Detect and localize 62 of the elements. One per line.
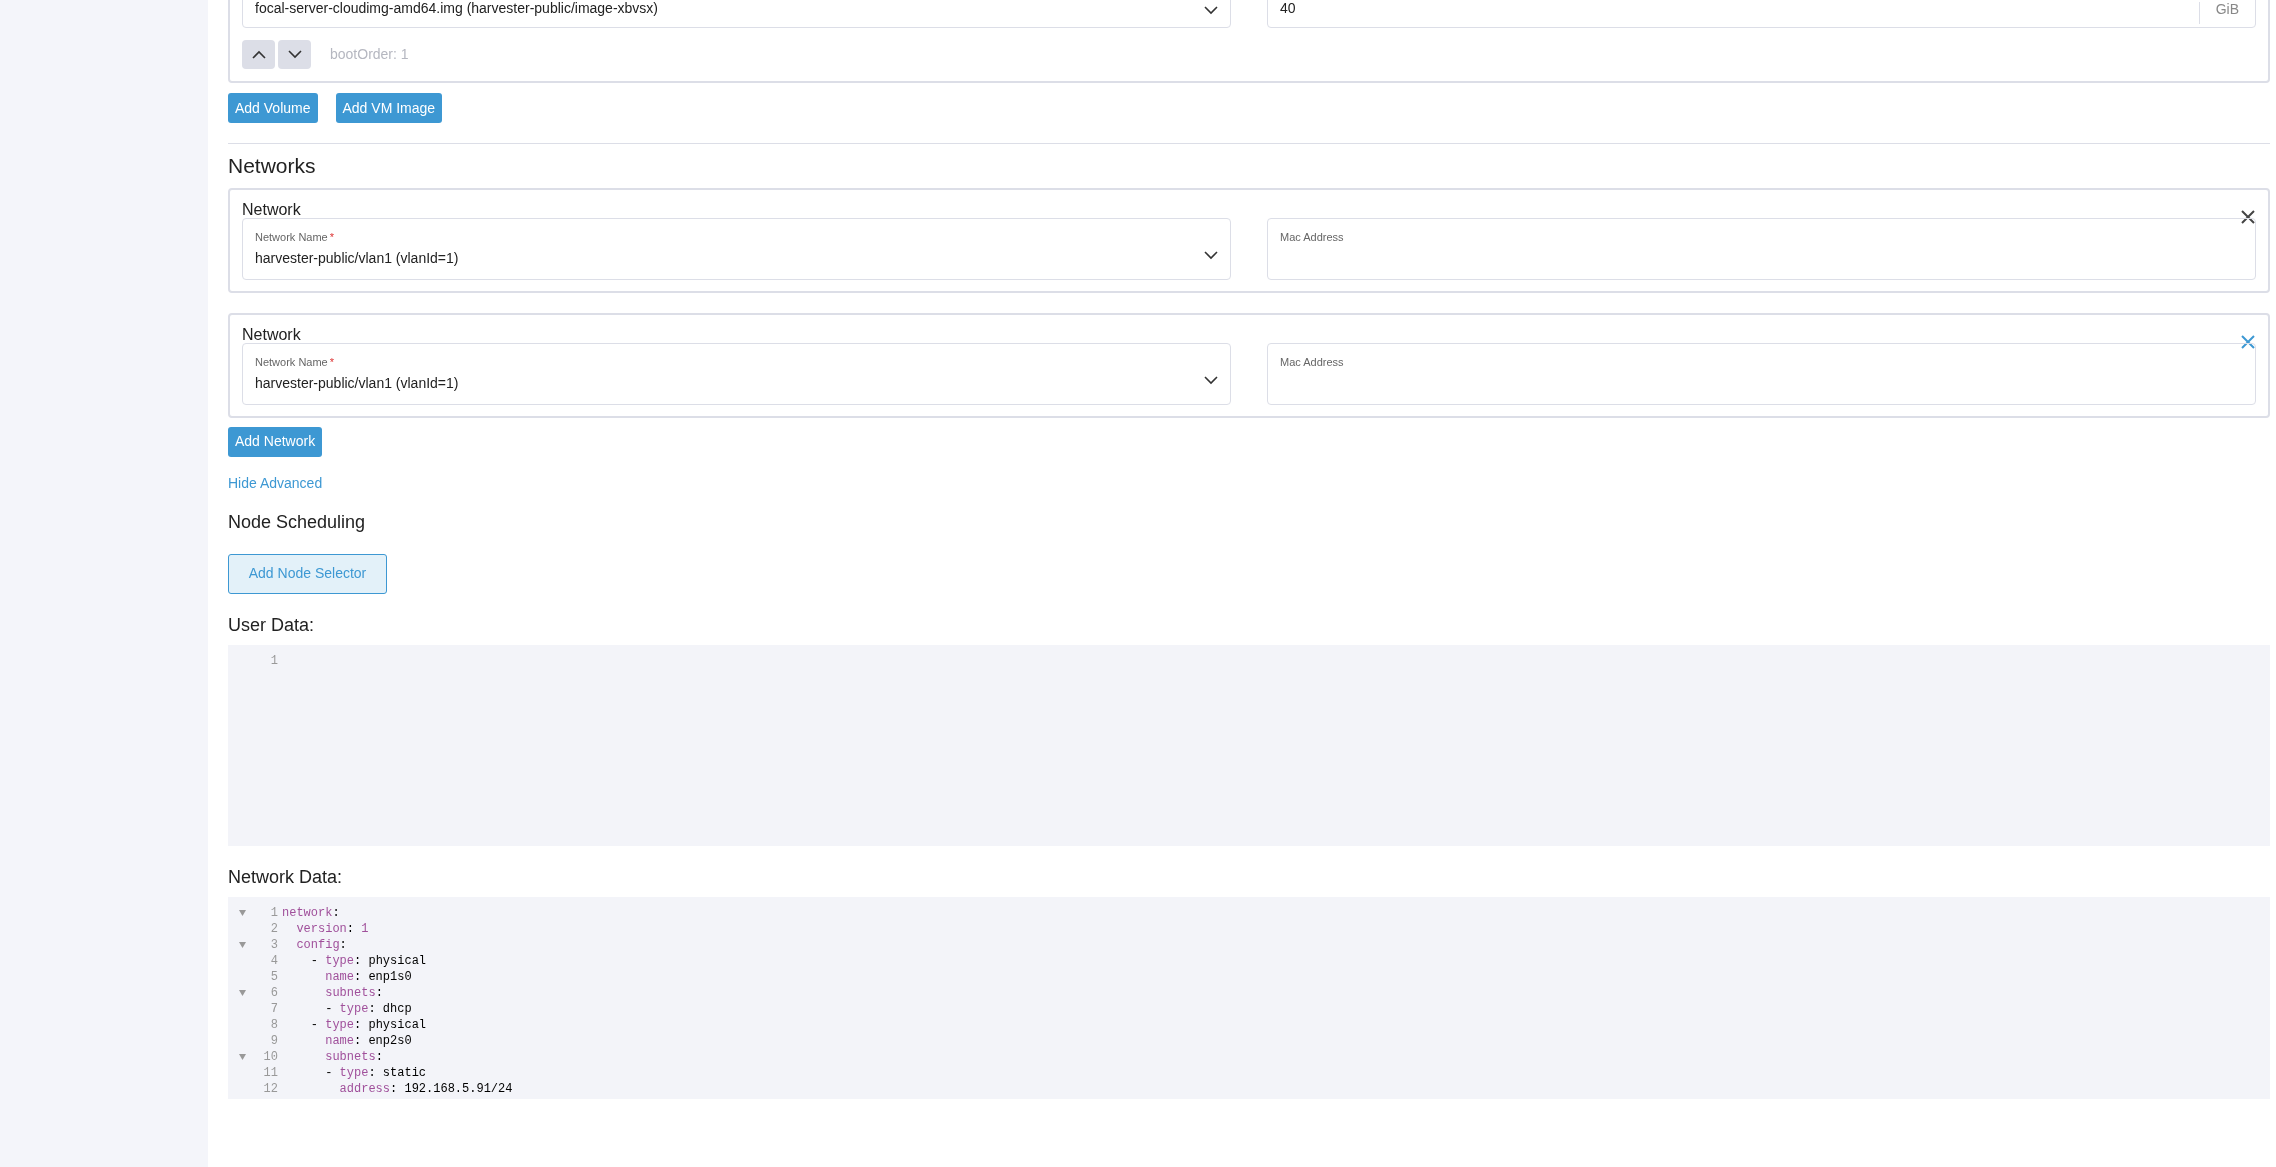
line-number: 6 bbox=[269, 984, 278, 1001]
close-icon[interactable] bbox=[2241, 209, 2255, 224]
section-title: Node Scheduling bbox=[228, 510, 367, 534]
required-mark: * bbox=[329, 354, 335, 370]
move-up-button[interactable] bbox=[242, 40, 275, 69]
section-title: Networks bbox=[228, 153, 317, 179]
line-number: 1 bbox=[269, 652, 278, 669]
network-select[interactable]: Network Name * harvester-public/vlan1 (vlanId=1) bbox=[242, 342, 1231, 405]
line-number: 1 bbox=[269, 904, 278, 921]
hide-advanced-link[interactable]: Hide Advanced bbox=[228, 474, 323, 491]
line-number: 11 bbox=[262, 1064, 278, 1081]
add-button[interactable]: Add Volume bbox=[228, 93, 318, 123]
fold-triangle-icon[interactable] bbox=[238, 909, 246, 916]
code-line: config: bbox=[295, 936, 347, 953]
code-line: subnets: bbox=[324, 984, 383, 1001]
code-line: - type: dhcp bbox=[324, 1000, 412, 1017]
line-number: 7 bbox=[269, 1000, 278, 1017]
size-field[interactable]: 40 GiB bbox=[1267, 0, 2256, 28]
mac-address-field[interactable]: Mac Address bbox=[1267, 342, 2256, 405]
chevron-down-icon bbox=[287, 50, 302, 59]
field-label: Network Name bbox=[255, 229, 328, 245]
code-line: - type: physical bbox=[309, 1016, 427, 1033]
chevron-down-icon bbox=[1204, 250, 1218, 260]
required-mark: * bbox=[329, 229, 335, 245]
field-value: harvester-public/vlan1 (vlanId=1) bbox=[255, 249, 459, 268]
move-down-button[interactable] bbox=[278, 40, 311, 69]
add-button[interactable]: Add VM Image bbox=[335, 93, 443, 123]
line-number: 9 bbox=[269, 1032, 278, 1049]
unit-suffix: GiB bbox=[2198, 2, 2255, 24]
field-title: User Data: bbox=[228, 613, 316, 637]
code-line: network: bbox=[282, 904, 340, 921]
chevron-up-icon bbox=[251, 50, 266, 59]
field-label: Network Name bbox=[255, 354, 328, 370]
code-line: version: 1 bbox=[295, 920, 369, 937]
line-number: 12 bbox=[262, 1080, 278, 1097]
code-line: address: 192.168.5.91/24 bbox=[338, 1080, 513, 1097]
line-number: 4 bbox=[269, 952, 278, 969]
network-data-editor[interactable]: 1 network: 2 version: 1 3 config: 4 - type: physical 5 name: enp1s0 6 subnets: 7 - type: dhcp 8 - type: physical 9 name: enp2s0 10 subnets: 11 - type: static 12 address: 192.168.5.91/24 bbox=[228, 896, 2270, 1099]
line-number: 5 bbox=[269, 968, 278, 985]
network-select[interactable]: Network Name * harvester-public/vlan1 (vlanId=1) bbox=[242, 217, 1231, 280]
chevron-down-icon bbox=[1204, 6, 1218, 15]
line-number: 10 bbox=[262, 1048, 278, 1065]
line-number: 3 bbox=[269, 936, 278, 953]
card-title: Network bbox=[242, 199, 301, 220]
card-title: Network bbox=[242, 324, 301, 345]
fold-triangle-icon[interactable] bbox=[238, 989, 246, 996]
image-select[interactable]: focal-server-cloudimg-amd64.img (harvester-public/image-xbvsx) bbox=[242, 0, 1231, 28]
code-line: name: enp1s0 bbox=[324, 968, 412, 985]
add-network-button[interactable]: Add Network bbox=[228, 426, 323, 457]
fold-triangle-icon[interactable] bbox=[238, 941, 246, 948]
fold-triangle-icon[interactable] bbox=[238, 1053, 246, 1060]
chevron-down-icon bbox=[1204, 375, 1218, 385]
boot-order: bootOrder: 1 bbox=[330, 45, 409, 64]
code-line: subnets: bbox=[324, 1048, 383, 1065]
mac-address-field[interactable]: Mac Address bbox=[1267, 217, 2256, 280]
line-number: 2 bbox=[269, 920, 278, 937]
line-number: 8 bbox=[269, 1016, 278, 1033]
code-line: name: enp2s0 bbox=[324, 1032, 412, 1049]
code-line: - type: physical bbox=[309, 952, 427, 969]
field-value: harvester-public/vlan1 (vlanId=1) bbox=[255, 374, 459, 393]
code-line: - type: static bbox=[324, 1064, 427, 1081]
field-title: Network Data: bbox=[228, 865, 344, 889]
